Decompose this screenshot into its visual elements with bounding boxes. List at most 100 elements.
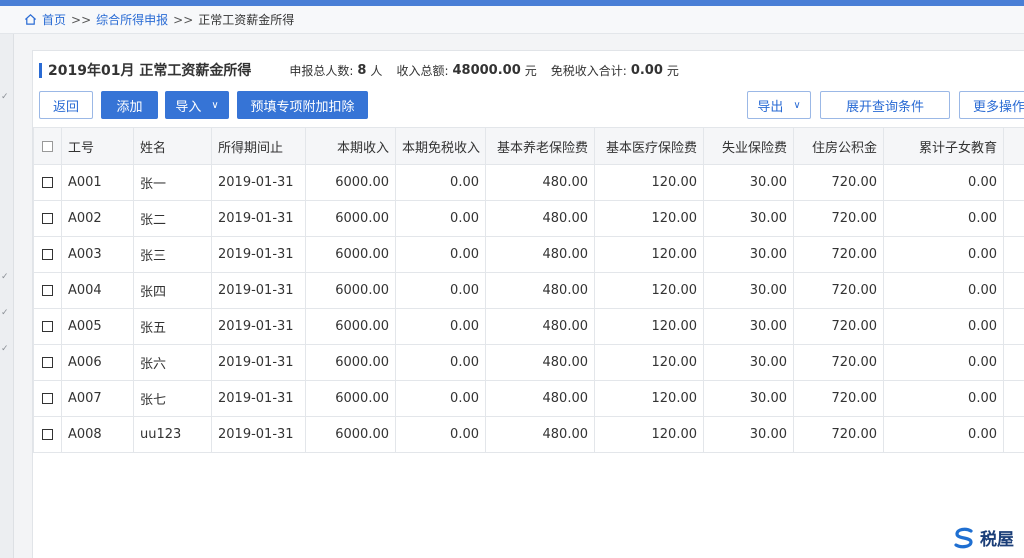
row-checkbox[interactable] xyxy=(33,344,62,381)
table-cell: 0.00 xyxy=(395,344,486,381)
column-header[interactable]: 本期免税收入 xyxy=(395,127,486,165)
table-cell: 张一 xyxy=(133,164,212,201)
table-cell: 30.00 xyxy=(703,308,794,345)
column-header[interactable]: 住房公积金 xyxy=(793,127,884,165)
export-dropdown-button[interactable]: 导出 ∨ xyxy=(747,91,811,119)
table-cell: 2019-01-31 xyxy=(211,308,306,345)
expand-query-button-label: 展开查询条件 xyxy=(845,99,924,115)
table-cell: A006 xyxy=(61,344,134,381)
expand-query-button[interactable]: 展开查询条件 xyxy=(820,91,950,119)
select-all-checkbox[interactable] xyxy=(33,127,62,165)
income-table: 工号 姓名 所得期间止 本期收入 本期免税收入 基本养老保险费 基本医疗保险费 … xyxy=(33,127,1024,453)
table-cell: 张三 xyxy=(133,236,212,273)
table-cell: 30.00 xyxy=(703,344,794,381)
table-cell: 720.00 xyxy=(793,164,884,201)
column-header[interactable]: 失业保险费 xyxy=(703,127,794,165)
table-row[interactable]: A006 张六 2019-01-31 6000.00 0.00 480.00 120.00 3… xyxy=(33,344,1024,381)
table-cell: 720.00 xyxy=(793,272,884,309)
table-row[interactable]: A007 张七 2019-01-31 6000.00 0.00 480.00 120.00 3… xyxy=(33,380,1024,417)
prefill-deduction-button[interactable]: 预填专项附加扣除 xyxy=(237,91,368,119)
table-cell: 30.00 xyxy=(703,272,794,309)
table-cell: 0.00 xyxy=(883,344,1004,381)
row-checkbox[interactable] xyxy=(33,308,62,345)
table-cell: 120.00 xyxy=(594,164,704,201)
breadcrumb-home-link[interactable]: 首页 xyxy=(42,11,66,28)
row-checkbox[interactable] xyxy=(33,200,62,237)
checkbox-icon xyxy=(42,140,53,152)
table-row[interactable]: A005 张五 2019-01-31 6000.00 0.00 480.00 120.00 3… xyxy=(33,308,1024,345)
table-cell: 0.00 xyxy=(883,272,1004,309)
table-cell: 0.00 xyxy=(883,416,1004,453)
table-cell: 2019-01-31 xyxy=(211,344,306,381)
left-nav-rail[interactable]: ✓ ✓ ✓ ✓ xyxy=(0,34,14,558)
table-cell: 720.00 xyxy=(793,380,884,417)
table-cell: 0.00 xyxy=(395,164,486,201)
table-cell: 6000.00 xyxy=(305,200,396,237)
column-header[interactable]: 本期收入 xyxy=(305,127,396,165)
row-checkbox[interactable] xyxy=(33,380,62,417)
table-cell-overflow xyxy=(1003,200,1024,237)
breadcrumb-current: 正常工资薪金所得 xyxy=(198,13,295,27)
row-checkbox[interactable] xyxy=(33,416,62,453)
table-row[interactable]: A008 uu123 2019-01-31 6000.00 0.00 480.00 120.… xyxy=(33,416,1024,453)
table-cell: 0.00 xyxy=(883,200,1004,237)
row-checkbox[interactable] xyxy=(33,164,62,201)
table-cell: 张四 xyxy=(133,272,212,309)
more-actions-button[interactable]: 更多操作 xyxy=(959,91,1024,119)
table-cell: 480.00 xyxy=(485,236,595,273)
table-row[interactable]: A004 张四 2019-01-31 6000.00 0.00 480.00 120.00 3… xyxy=(33,272,1024,309)
table-row[interactable]: A001 张一 2019-01-31 6000.00 0.00 480.00 120.00 3… xyxy=(33,164,1024,201)
row-checkbox[interactable] xyxy=(33,272,62,309)
table-cell: 0.00 xyxy=(883,308,1004,345)
table-cell: 张六 xyxy=(133,344,212,381)
column-header[interactable]: 基本医疗保险费 xyxy=(594,127,704,165)
table-header-row: 工号 姓名 所得期间止 本期收入 本期免税收入 基本养老保险费 基本医疗保险费 … xyxy=(33,127,1024,165)
table-row[interactable]: A002 张二 2019-01-31 6000.00 0.00 480.00 120.00 3… xyxy=(33,200,1024,237)
add-button[interactable]: 添加 xyxy=(101,91,158,119)
table-cell: 6000.00 xyxy=(305,416,396,453)
table-cell: 0.00 xyxy=(883,164,1004,201)
table-cell: A008 xyxy=(61,416,134,453)
column-header[interactable]: 所得期间止 xyxy=(211,127,306,165)
table-cell: 720.00 xyxy=(793,308,884,345)
table-cell: uu123 xyxy=(133,416,212,453)
column-header[interactable]: 工号 xyxy=(61,127,134,165)
table-cell: 张二 xyxy=(133,200,212,237)
table-cell: 6000.00 xyxy=(305,380,396,417)
table-cell: A002 xyxy=(61,200,134,237)
table-cell: 720.00 xyxy=(793,344,884,381)
home-icon[interactable] xyxy=(24,13,37,26)
table-cell: A001 xyxy=(61,164,134,201)
table-cell: 480.00 xyxy=(485,200,595,237)
table-cell: 720.00 xyxy=(793,236,884,273)
more-actions-button-label: 更多操作 xyxy=(972,99,1024,115)
table-cell: 张五 xyxy=(133,308,212,345)
table-cell: 120.00 xyxy=(594,272,704,309)
table-cell: 480.00 xyxy=(485,164,595,201)
main-panel: 2019年01月 正常工资薪金所得 申报总人数: 8 人 收入总额: 48000… xyxy=(32,50,1024,558)
row-checkbox[interactable] xyxy=(33,236,62,273)
income-value: 48000.00 xyxy=(452,62,521,78)
table-cell-overflow xyxy=(1003,272,1024,309)
table-cell: A007 xyxy=(61,380,134,417)
column-header[interactable]: 累计子女教育 xyxy=(883,127,1004,165)
table-cell: 0.00 xyxy=(395,236,486,273)
column-header[interactable]: 基本养老保险费 xyxy=(485,127,595,165)
table-cell: 2019-01-31 xyxy=(211,416,306,453)
breadcrumb: 首页 >> 综合所得申报 >> 正常工资薪金所得 xyxy=(0,6,1024,34)
table-cell: 30.00 xyxy=(703,380,794,417)
table-row[interactable]: A003 张三 2019-01-31 6000.00 0.00 480.00 120.00 3… xyxy=(33,236,1024,273)
table-cell-overflow xyxy=(1003,416,1024,453)
breadcrumb-comprehensive-income-link[interactable]: 综合所得申报 xyxy=(96,11,168,28)
column-header[interactable]: 姓名 xyxy=(133,127,212,165)
import-dropdown-button[interactable]: 导入 ∨ xyxy=(165,91,229,119)
taxfree-value: 0.00 xyxy=(630,62,663,78)
prefill-button-label: 预填专项附加扣除 xyxy=(250,99,355,115)
income-label: 收入总额: xyxy=(396,63,449,78)
checkbox-icon xyxy=(42,357,53,368)
table-cell: 480.00 xyxy=(485,416,595,453)
count-unit: 人 xyxy=(370,63,383,78)
back-button[interactable]: 返回 xyxy=(39,91,93,119)
toolbar: 返回 添加 导入 ∨ 预填专项附加扣除 导出 ∨ 展开查询条件 更多操作 xyxy=(39,91,1024,119)
table-cell: A003 xyxy=(61,236,134,273)
